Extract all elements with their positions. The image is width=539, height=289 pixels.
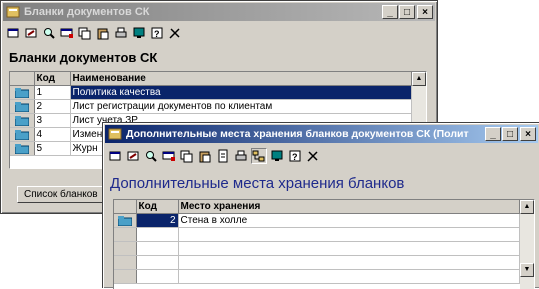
folder-icon <box>14 102 29 112</box>
scroll-down-button[interactable]: ▼ <box>520 263 534 277</box>
new-record-icon[interactable] <box>107 148 123 164</box>
column-header-code[interactable]: Код <box>136 200 179 214</box>
app-icon <box>108 128 122 140</box>
grid-indicator-header <box>114 200 137 214</box>
table-row-empty <box>114 241 520 256</box>
search-icon[interactable] <box>41 25 57 41</box>
edit-record-icon[interactable] <box>125 148 141 164</box>
minimize-button[interactable]: _ <box>485 127 501 141</box>
close-button[interactable]: × <box>417 5 433 19</box>
storage-window-title: Дополнительные места хранения бланков до… <box>126 128 469 140</box>
cell-code: 3 <box>34 113 71 128</box>
help-icon[interactable]: ? <box>287 148 303 164</box>
folder-icon <box>14 144 29 154</box>
blanks-window-title: Бланки документов СК <box>24 6 150 18</box>
storage-toolbar: ? <box>107 146 536 166</box>
vertical-scrollbar[interactable]: ▲ ▼ <box>520 200 534 289</box>
close-button[interactable]: × <box>520 127 536 141</box>
table-row[interactable]: 2 Лист регистрации документов по клиента… <box>10 99 412 114</box>
svg-text:?: ? <box>154 29 160 39</box>
copy-icon[interactable] <box>77 25 93 41</box>
cell-name: Политика качества <box>70 85 412 100</box>
document-icon[interactable] <box>215 148 231 164</box>
new-record-icon[interactable] <box>5 25 21 41</box>
blanks-window-titlebar[interactable]: Бланки документов СК <box>3 3 435 21</box>
storage-window: Дополнительные места хранения бланков до… <box>102 122 539 289</box>
cell-code: 2 <box>34 99 71 114</box>
tools-icon[interactable] <box>305 148 321 164</box>
tools-icon[interactable] <box>167 25 183 41</box>
scroll-up-button[interactable]: ▲ <box>520 200 534 214</box>
folder-icon <box>14 130 29 140</box>
blanks-toolbar: ? <box>5 23 433 43</box>
table-row-empty <box>114 255 520 270</box>
app-icon <box>6 6 20 18</box>
table-row-empty <box>114 227 520 242</box>
folder-icon <box>14 88 29 98</box>
cell-location: Стена в холле <box>178 213 520 228</box>
paste-icon[interactable] <box>197 148 213 164</box>
storage-grid: Код Место хранения 2 Стена в холле ▲ ▼ <box>113 199 535 289</box>
storage-window-titlebar[interactable]: Дополнительные места хранения бланков до… <box>105 125 538 143</box>
filter-icon[interactable] <box>59 25 75 41</box>
tab-blanks-list[interactable]: Список бланков <box>17 186 105 203</box>
search-icon[interactable] <box>143 148 159 164</box>
table-row[interactable]: 2 Стена в холле <box>114 213 520 228</box>
cell-code: 2 <box>136 213 179 228</box>
monitor-icon[interactable] <box>131 25 147 41</box>
cell-code: 5 <box>34 141 71 156</box>
table-row[interactable]: 1 Политика качества <box>10 85 412 100</box>
monitor-icon[interactable] <box>269 148 285 164</box>
paste-icon[interactable] <box>95 25 111 41</box>
folder-icon <box>117 216 132 226</box>
maximize-button[interactable]: □ <box>399 5 415 19</box>
print-icon[interactable] <box>113 25 129 41</box>
filter-icon[interactable] <box>161 148 177 164</box>
column-header-location[interactable]: Место хранения <box>178 200 520 214</box>
cell-name: Лист регистрации документов по клиентам <box>70 99 412 114</box>
blanks-heading: Бланки документов СК <box>9 50 158 65</box>
column-header-name[interactable]: Наименование <box>70 72 412 86</box>
maximize-button[interactable]: □ <box>502 127 518 141</box>
svg-text:?: ? <box>292 152 298 162</box>
tree-icon[interactable] <box>251 148 267 164</box>
storage-heading: Дополнительные места хранения бланков <box>110 175 405 192</box>
grid-indicator-header <box>10 72 35 86</box>
copy-icon[interactable] <box>179 148 195 164</box>
column-header-code[interactable]: Код <box>34 72 71 86</box>
scroll-up-button[interactable]: ▲ <box>412 72 426 86</box>
edit-record-icon[interactable] <box>23 25 39 41</box>
help-icon[interactable]: ? <box>149 25 165 41</box>
cell-code: 1 <box>34 85 71 100</box>
print-icon[interactable] <box>233 148 249 164</box>
cell-code: 4 <box>34 127 71 142</box>
folder-icon <box>14 116 29 126</box>
table-row-empty <box>114 269 520 284</box>
minimize-button[interactable]: _ <box>382 5 398 19</box>
